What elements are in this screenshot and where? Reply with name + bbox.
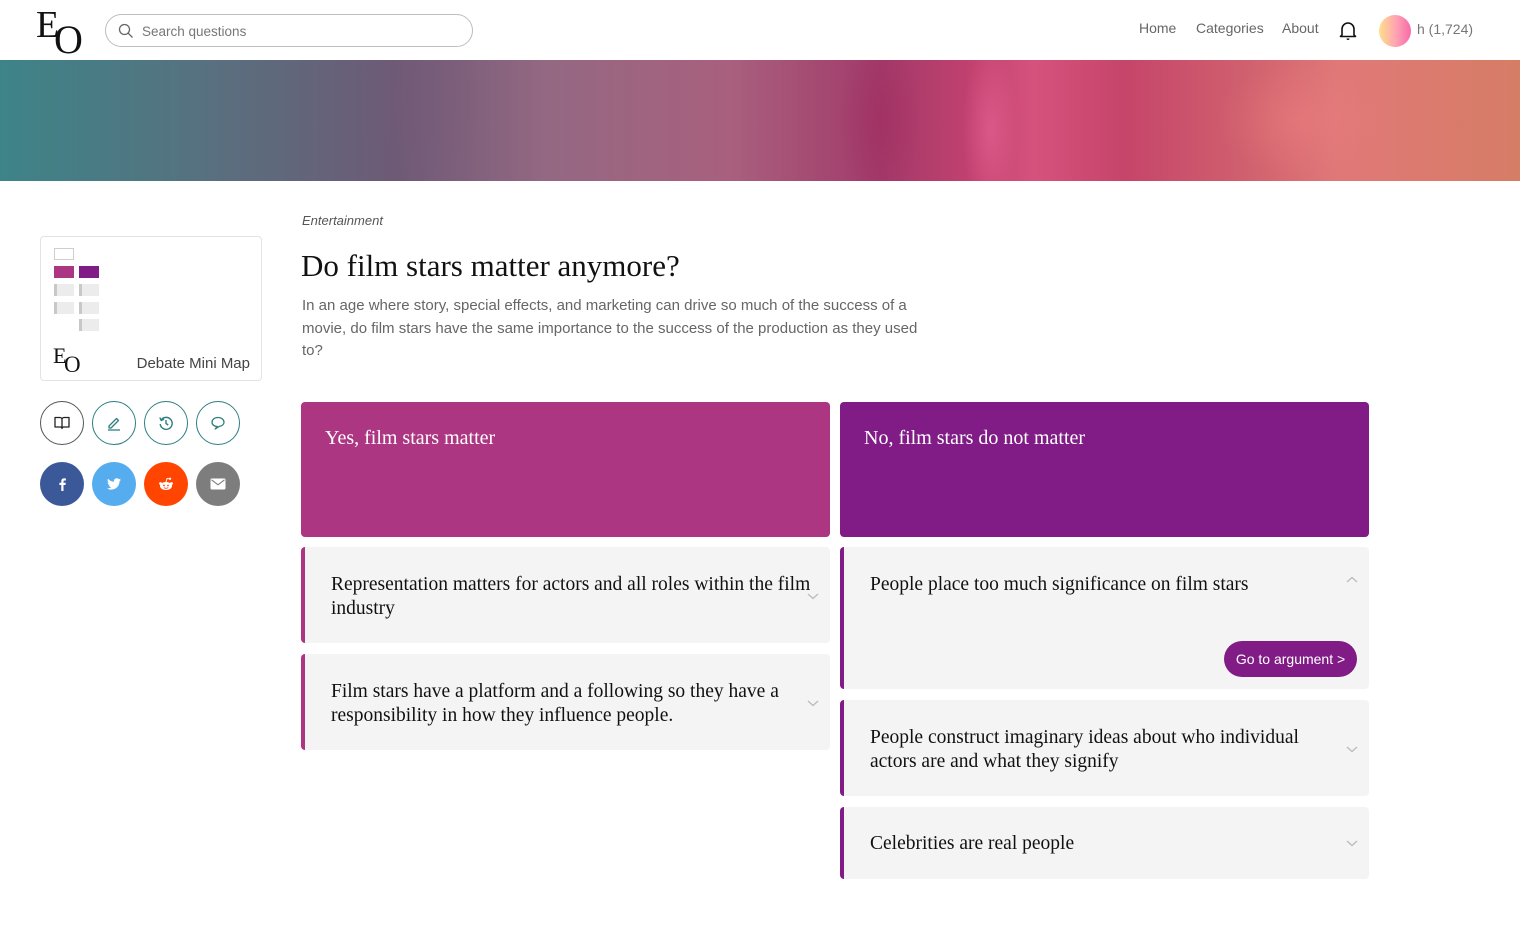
minimap-argument-cell <box>79 302 99 314</box>
chevron-down-icon[interactable] <box>806 698 820 708</box>
chevron-down-icon[interactable] <box>806 591 820 601</box>
history-button[interactable] <box>144 401 188 445</box>
user-avatar[interactable] <box>1379 15 1411 47</box>
share-facebook-button[interactable] <box>40 462 84 506</box>
argument-text: Film stars have a platform and a followi… <box>331 681 779 726</box>
history-icon <box>159 416 173 430</box>
question-category[interactable]: Entertainment <box>302 213 383 228</box>
nav-about[interactable]: About <box>1282 20 1319 36</box>
question-title: Do film stars matter anymore? <box>301 248 680 283</box>
argument-card[interactable]: People construct imaginary ideas about w… <box>840 700 1369 796</box>
minimap-no-cell <box>79 266 99 278</box>
comments-button[interactable] <box>196 401 240 445</box>
argument-card[interactable]: Celebrities are real people <box>840 807 1369 879</box>
share-email-button[interactable] <box>196 462 240 506</box>
nav-categories[interactable]: Categories <box>1196 20 1264 36</box>
reddit-icon <box>159 477 173 490</box>
minimap-argument-cell <box>79 319 99 331</box>
chevron-down-icon[interactable] <box>1345 744 1359 754</box>
logo-letter-o: O <box>64 352 81 377</box>
user-name-points[interactable]: h (1,724) <box>1417 21 1473 37</box>
read-button[interactable] <box>40 401 84 445</box>
argument-text: Celebrities are real people <box>870 833 1075 854</box>
side-header-yes[interactable]: Yes, film stars matter <box>301 402 830 537</box>
minimap-question-cell <box>54 248 74 260</box>
twitter-icon <box>107 478 121 490</box>
argument-text: People place too much significance on fi… <box>870 574 1249 595</box>
go-to-argument-button[interactable]: Go to argument > <box>1224 641 1357 677</box>
email-icon <box>210 478 226 490</box>
bell-icon[interactable] <box>1338 20 1358 42</box>
facebook-icon <box>59 478 66 491</box>
argument-card-expanded[interactable]: People place too much significance on fi… <box>840 547 1369 689</box>
search-input[interactable] <box>142 19 462 43</box>
argument-card[interactable]: Film stars have a platform and a followi… <box>301 654 830 750</box>
minimap-argument-cell <box>54 302 74 314</box>
search-box[interactable] <box>105 14 473 47</box>
minimap-label: Debate Mini Map <box>136 355 250 372</box>
minimap-argument-cell <box>79 284 99 296</box>
pencil-icon <box>108 417 120 431</box>
eo-logo[interactable]: E O <box>36 6 88 60</box>
nav-home[interactable]: Home <box>1139 20 1176 36</box>
argument-text: People construct imaginary ideas about w… <box>870 727 1299 772</box>
argument-card[interactable]: Representation matters for actors and al… <box>301 547 830 643</box>
share-twitter-button[interactable] <box>92 462 136 506</box>
top-navigation-bar: E O Home Categories About h (1,724) <box>0 0 1520 60</box>
debate-mini-map[interactable]: E O Debate Mini Map <box>40 236 262 381</box>
speech-bubble-icon <box>211 416 225 430</box>
question-description: In an age where story, special effects, … <box>302 297 918 359</box>
chevron-up-icon[interactable] <box>1345 575 1359 585</box>
minimap-logo: E O <box>53 345 83 377</box>
minimap-yes-cell <box>54 266 74 278</box>
side-header-no[interactable]: No, film stars do not matter <box>840 402 1369 537</box>
search-icon <box>118 23 133 38</box>
share-reddit-button[interactable] <box>144 462 188 506</box>
book-icon <box>54 416 70 430</box>
chevron-down-icon[interactable] <box>1345 838 1359 848</box>
minimap-argument-cell <box>54 284 74 296</box>
category-banner-image <box>0 60 1520 181</box>
edit-button[interactable] <box>92 401 136 445</box>
argument-text: Representation matters for actors and al… <box>331 574 811 619</box>
logo-letter-o: O <box>54 17 83 62</box>
